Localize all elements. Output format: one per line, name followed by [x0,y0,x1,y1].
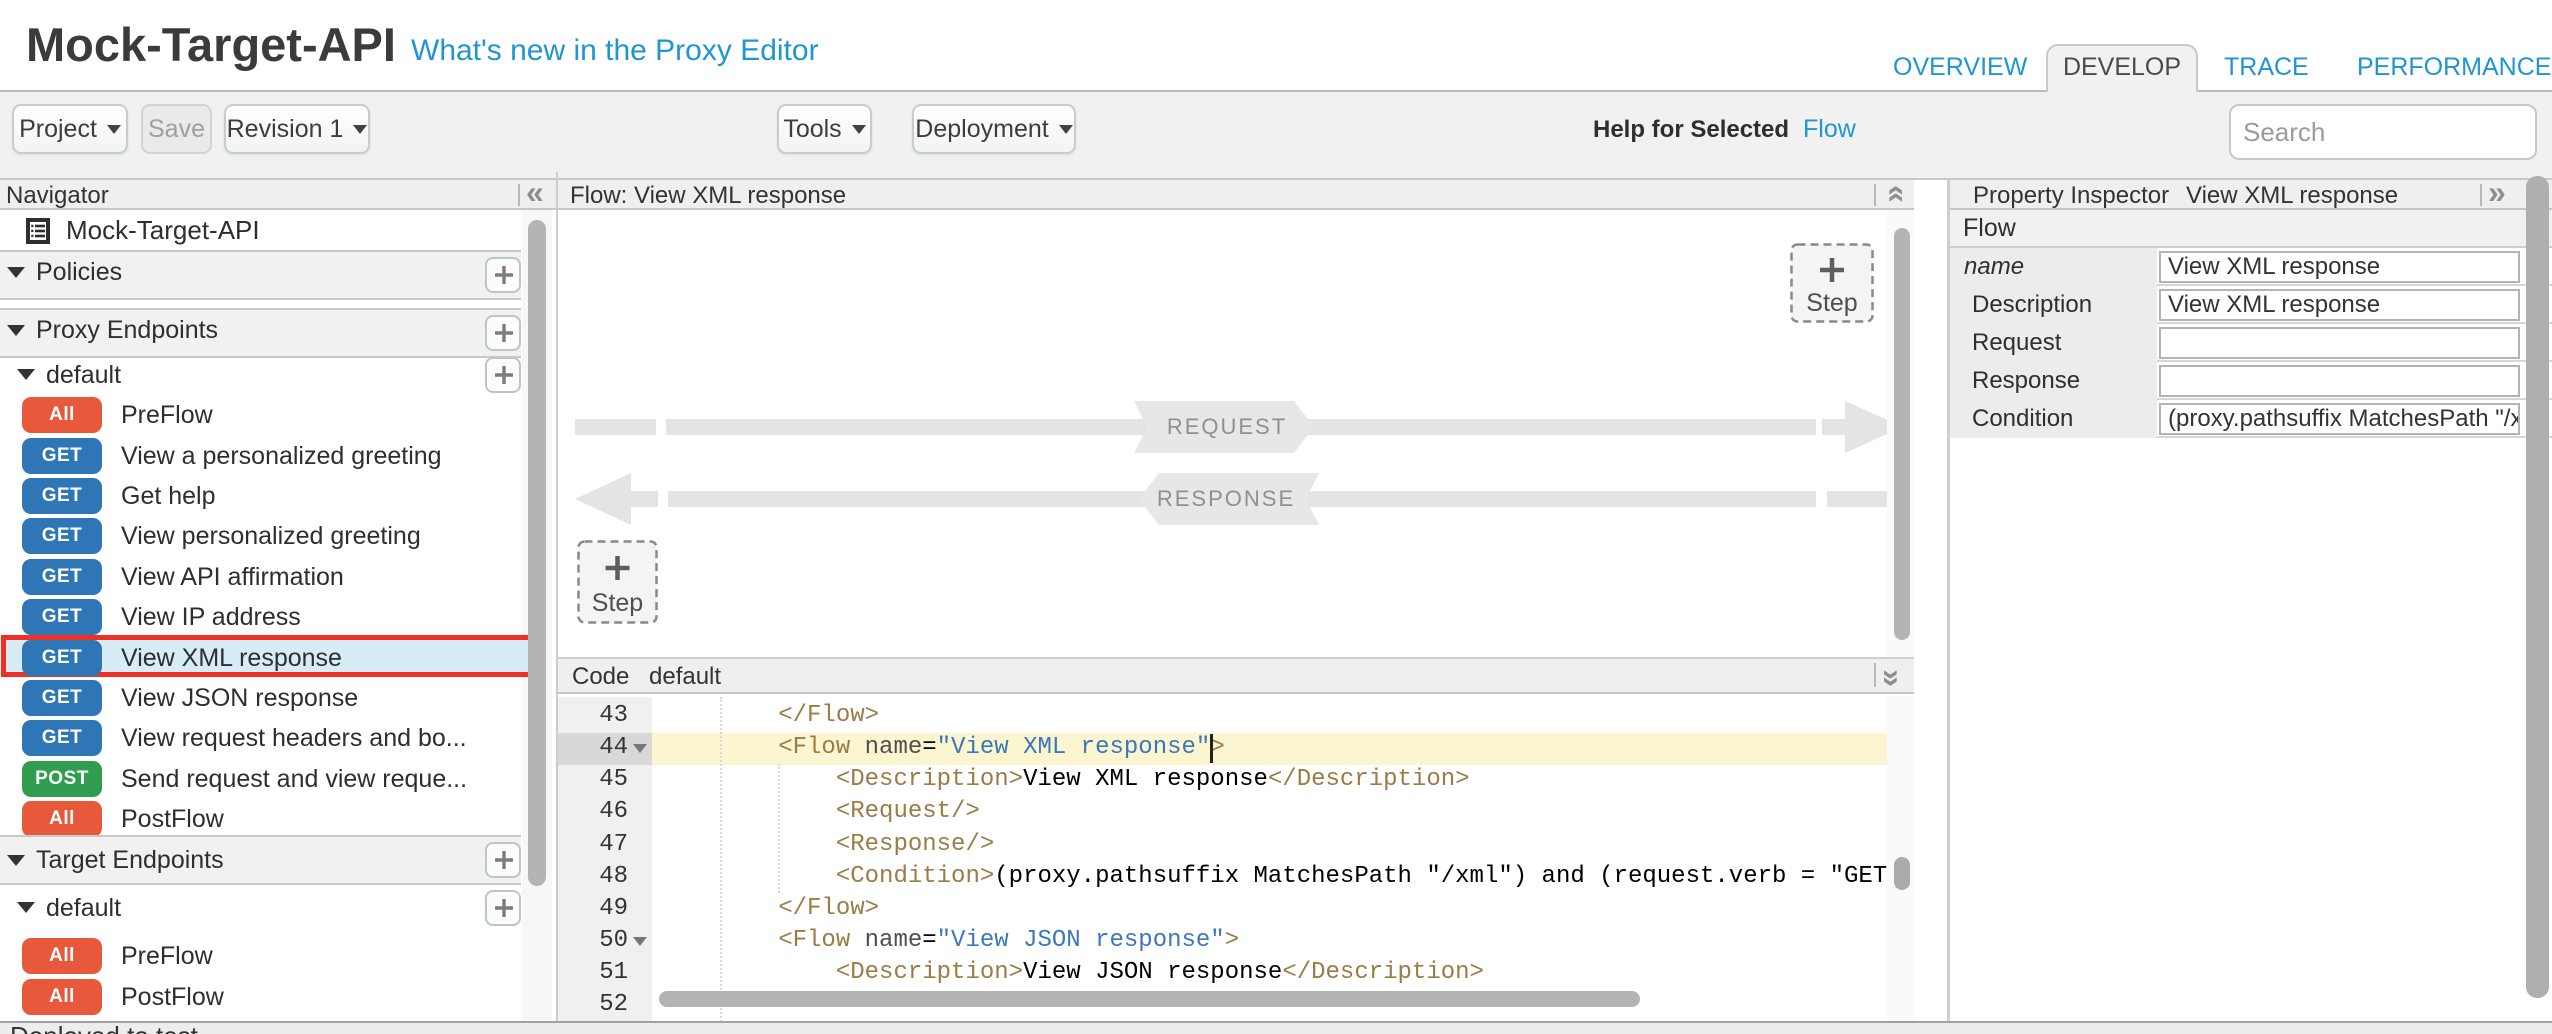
svg-text:Step: Step [1806,289,1857,317]
svg-text:Step: Step [592,589,643,617]
